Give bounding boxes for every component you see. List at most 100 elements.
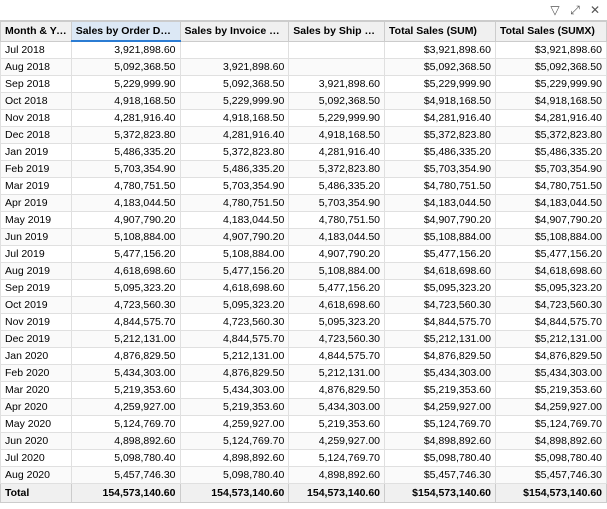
- cell-total-sumx: $5,486,335.20: [496, 144, 607, 161]
- cell-month: Apr 2019: [1, 195, 72, 212]
- cell-ship: 4,281,916.40: [289, 144, 385, 161]
- cell-month: Jul 2020: [1, 450, 72, 467]
- cell-total-sumx: $5,477,156.20: [496, 246, 607, 263]
- cell-invoice: 4,844,575.70: [180, 331, 289, 348]
- cell-total-sumx: $5,095,323.20: [496, 280, 607, 297]
- cell-invoice: 5,212,131.00: [180, 348, 289, 365]
- table-row: May 2020 5,124,769.70 4,259,927.00 5,219…: [1, 416, 607, 433]
- cell-month: Aug 2018: [1, 59, 72, 76]
- cell-invoice: 5,108,884.00: [180, 246, 289, 263]
- cell-order: 5,434,303.00: [71, 365, 180, 382]
- cell-order: 5,229,999.90: [71, 76, 180, 93]
- footer-label: Total: [1, 484, 72, 503]
- cell-total-sumx: $4,907,790.20: [496, 212, 607, 229]
- table-row: Mar 2020 5,219,353.60 5,434,303.00 4,876…: [1, 382, 607, 399]
- table-row: Oct 2019 4,723,560.30 5,095,323.20 4,618…: [1, 297, 607, 314]
- cell-month: Feb 2019: [1, 161, 72, 178]
- cell-order: 5,212,131.00: [71, 331, 180, 348]
- cell-invoice: 4,723,560.30: [180, 314, 289, 331]
- expand-icon[interactable]: ⤢: [567, 2, 583, 18]
- cell-total-sumx: $4,876,829.50: [496, 348, 607, 365]
- cell-order: 5,095,323.20: [71, 280, 180, 297]
- table-row: Jun 2020 4,898,892.60 5,124,769.70 4,259…: [1, 433, 607, 450]
- cell-month: Feb 2020: [1, 365, 72, 382]
- cell-total-sum: $5,092,368.50: [385, 59, 496, 76]
- cell-order: 4,259,927.00: [71, 399, 180, 416]
- cell-total-sum: $5,703,354.90: [385, 161, 496, 178]
- col-header-month[interactable]: Month & Year: [1, 22, 72, 42]
- cell-invoice: 5,124,769.70: [180, 433, 289, 450]
- table-row: Feb 2019 5,703,354.90 5,486,335.20 5,372…: [1, 161, 607, 178]
- cell-total-sum: $5,229,999.90: [385, 76, 496, 93]
- cell-order: 3,921,898.60: [71, 41, 180, 59]
- cell-invoice: 4,281,916.40: [180, 127, 289, 144]
- cell-total-sum: $5,372,823.80: [385, 127, 496, 144]
- toolbar: ▽ ⤢ ✕: [0, 0, 607, 21]
- cell-order: 5,372,823.80: [71, 127, 180, 144]
- col-header-invoice[interactable]: Sales by Invoice Date: [180, 22, 289, 42]
- cell-month: Apr 2020: [1, 399, 72, 416]
- cell-total-sum: $4,259,927.00: [385, 399, 496, 416]
- table-row: Jan 2020 4,876,829.50 5,212,131.00 4,844…: [1, 348, 607, 365]
- cell-total-sumx: $5,108,884.00: [496, 229, 607, 246]
- cell-ship: 4,844,575.70: [289, 348, 385, 365]
- cell-total-sum: $5,124,769.70: [385, 416, 496, 433]
- table-row: Oct 2018 4,918,168.50 5,229,999.90 5,092…: [1, 93, 607, 110]
- cell-total-sum: $4,907,790.20: [385, 212, 496, 229]
- cell-invoice: 4,918,168.50: [180, 110, 289, 127]
- cell-month: Nov 2018: [1, 110, 72, 127]
- cell-invoice: 4,898,892.60: [180, 450, 289, 467]
- cell-total-sumx: $4,723,560.30: [496, 297, 607, 314]
- cell-ship: 5,434,303.00: [289, 399, 385, 416]
- cell-total-sum: $3,921,898.60: [385, 41, 496, 59]
- cell-order: 4,844,575.70: [71, 314, 180, 331]
- cell-total-sumx: $4,281,916.40: [496, 110, 607, 127]
- table-row: Jul 2020 5,098,780.40 4,898,892.60 5,124…: [1, 450, 607, 467]
- cell-invoice: 5,477,156.20: [180, 263, 289, 280]
- col-header-total-sum[interactable]: Total Sales (SUM): [385, 22, 496, 42]
- cell-total-sumx: $5,434,303.00: [496, 365, 607, 382]
- cell-total-sumx: $5,457,746.30: [496, 467, 607, 484]
- table-row: May 2019 4,907,790.20 4,183,044.50 4,780…: [1, 212, 607, 229]
- cell-ship: 4,618,698.60: [289, 297, 385, 314]
- cell-order: 4,281,916.40: [71, 110, 180, 127]
- cell-order: 5,486,335.20: [71, 144, 180, 161]
- cell-ship: 4,907,790.20: [289, 246, 385, 263]
- footer-invoice: 154,573,140.60: [180, 484, 289, 503]
- cell-invoice: 4,907,790.20: [180, 229, 289, 246]
- cell-total-sumx: $5,229,999.90: [496, 76, 607, 93]
- cell-total-sum: $4,876,829.50: [385, 348, 496, 365]
- cell-total-sum: $4,281,916.40: [385, 110, 496, 127]
- filter-icon[interactable]: ▽: [547, 2, 563, 18]
- table-footer: Total 154,573,140.60 154,573,140.60 154,…: [1, 484, 607, 503]
- table-row: Jul 2018 3,921,898.60 $3,921,898.60 $3,9…: [1, 41, 607, 59]
- cell-invoice: 5,372,823.80: [180, 144, 289, 161]
- cell-month: Jul 2018: [1, 41, 72, 59]
- table-row: Sep 2018 5,229,999.90 5,092,368.50 3,921…: [1, 76, 607, 93]
- table-row: Sep 2019 5,095,323.20 4,618,698.60 5,477…: [1, 280, 607, 297]
- cell-ship: 5,219,353.60: [289, 416, 385, 433]
- cell-month: Jan 2019: [1, 144, 72, 161]
- col-header-ship[interactable]: Sales by Ship Date: [289, 22, 385, 42]
- cell-ship: 5,108,884.00: [289, 263, 385, 280]
- cell-ship: [289, 59, 385, 76]
- cell-total-sum: $4,918,168.50: [385, 93, 496, 110]
- cell-total-sum: $4,780,751.50: [385, 178, 496, 195]
- footer-total-sumx: $154,573,140.60: [496, 484, 607, 503]
- cell-order: 5,108,884.00: [71, 229, 180, 246]
- col-header-total-sumx[interactable]: Total Sales (SUMX): [496, 22, 607, 42]
- close-icon[interactable]: ✕: [587, 2, 603, 18]
- table-row: Apr 2019 4,183,044.50 4,780,751.50 5,703…: [1, 195, 607, 212]
- cell-month: Sep 2019: [1, 280, 72, 297]
- cell-month: Dec 2019: [1, 331, 72, 348]
- cell-ship: 5,372,823.80: [289, 161, 385, 178]
- cell-invoice: 5,486,335.20: [180, 161, 289, 178]
- table-body: Jul 2018 3,921,898.60 $3,921,898.60 $3,9…: [1, 41, 607, 484]
- cell-total-sum: $4,723,560.30: [385, 297, 496, 314]
- cell-ship: 5,703,354.90: [289, 195, 385, 212]
- col-header-order[interactable]: Sales by Order Date ▼: [71, 22, 180, 42]
- cell-invoice: 5,098,780.40: [180, 467, 289, 484]
- cell-order: 4,618,698.60: [71, 263, 180, 280]
- cell-invoice: 4,259,927.00: [180, 416, 289, 433]
- cell-month: Sep 2018: [1, 76, 72, 93]
